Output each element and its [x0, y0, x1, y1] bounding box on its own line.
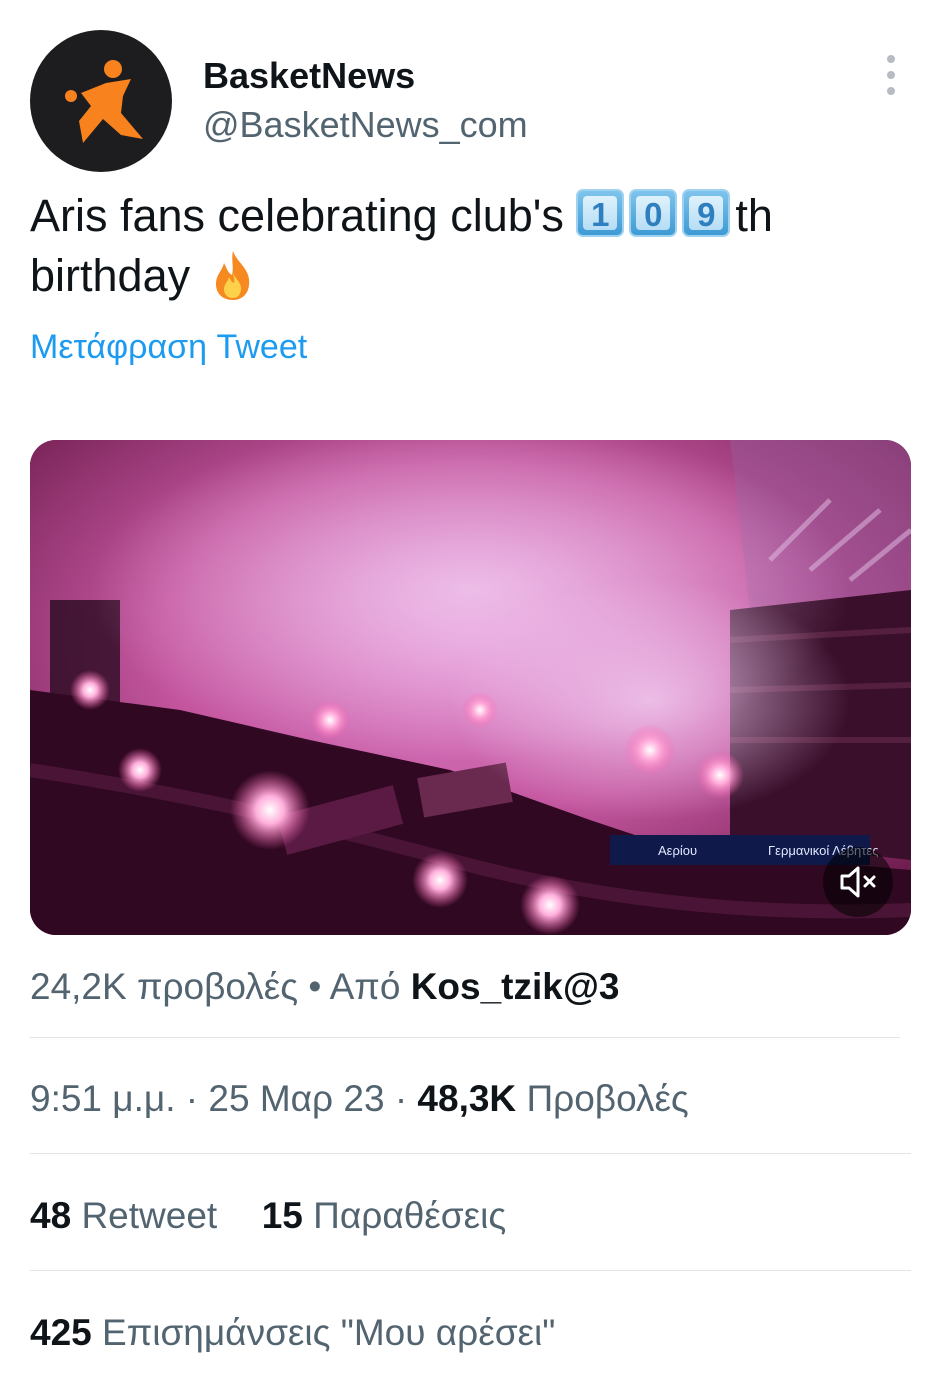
likes-label: Επισημάνσεις "Μου αρέσει" — [102, 1312, 556, 1353]
video-views: 24,2K προβολές — [30, 966, 299, 1007]
tweet-meta: 9:51 μ.μ. · 25 Μαρ 23 · 48,3K Προβολές — [30, 1078, 689, 1120]
from-label: Από — [329, 966, 401, 1007]
quotes-label: Παραθέσεις — [313, 1195, 507, 1236]
likes-stat[interactable]: 425 Επισημάνσεις "Μου αρέσει" — [30, 1312, 555, 1354]
keycap-1-emoji: 1 — [576, 189, 625, 237]
translate-tweet-link[interactable]: Μετάφραση Tweet — [30, 328, 307, 367]
views-count: 48,3K — [417, 1078, 517, 1119]
fire-emoji — [211, 249, 255, 316]
divider — [30, 1270, 911, 1271]
orange-figure-logo-icon — [65, 60, 143, 143]
tweet-text-part: th — [735, 190, 773, 241]
quotes-stat[interactable]: 15 Παραθέσεις — [262, 1195, 506, 1236]
author-display-name[interactable]: BasketNews — [203, 55, 415, 97]
keycap-0-emoji: 0 — [629, 189, 678, 237]
more-dot — [887, 87, 895, 95]
video-source-user[interactable]: Kos_tzik@3 — [411, 966, 620, 1007]
tweet-text-part: birthday — [30, 250, 191, 301]
avatar[interactable] — [30, 30, 172, 172]
retweets-stat[interactable]: 48 Retweet — [30, 1195, 217, 1236]
retweets-count: 48 — [30, 1195, 72, 1236]
separator-dot: · — [394, 1078, 408, 1119]
keycap-9-emoji: 9 — [682, 189, 731, 237]
tweet-time[interactable]: 9:51 μ.μ. — [30, 1078, 176, 1119]
tweet-text-part: Aris fans celebrating club's — [30, 190, 577, 241]
tweet-date[interactable]: 25 Μαρ 23 — [208, 1078, 384, 1119]
divider — [30, 1153, 911, 1154]
separator-dot: • — [308, 966, 322, 1007]
video-frame-image: Αερίου Γερμανικοί Λέβητες — [30, 440, 911, 935]
engagement-stats: 48 Retweet 15 Παραθέσεις — [30, 1195, 506, 1237]
speaker-muted-icon[interactable] — [823, 847, 893, 917]
divider — [30, 1037, 900, 1038]
more-options-icon[interactable] — [874, 55, 908, 95]
separator-dot: · — [185, 1078, 199, 1119]
author-handle[interactable]: @BasketNews_com — [203, 104, 528, 146]
video-views-line: 24,2K προβολές • Από Kos_tzik@3 — [30, 966, 620, 1008]
banner-text: Αερίου — [658, 843, 697, 858]
likes-count: 425 — [30, 1312, 92, 1353]
views-label: Προβολές — [526, 1078, 689, 1119]
tweet-text: Aris fans celebrating club's 1 0 9th birth… — [30, 186, 910, 316]
more-dot — [887, 71, 895, 79]
tweet-video[interactable]: Αερίου Γερμανικοί Λέβητες — [30, 440, 911, 935]
retweets-label: Retweet — [81, 1195, 218, 1236]
quotes-count: 15 — [261, 1195, 303, 1236]
more-dot — [887, 55, 895, 63]
